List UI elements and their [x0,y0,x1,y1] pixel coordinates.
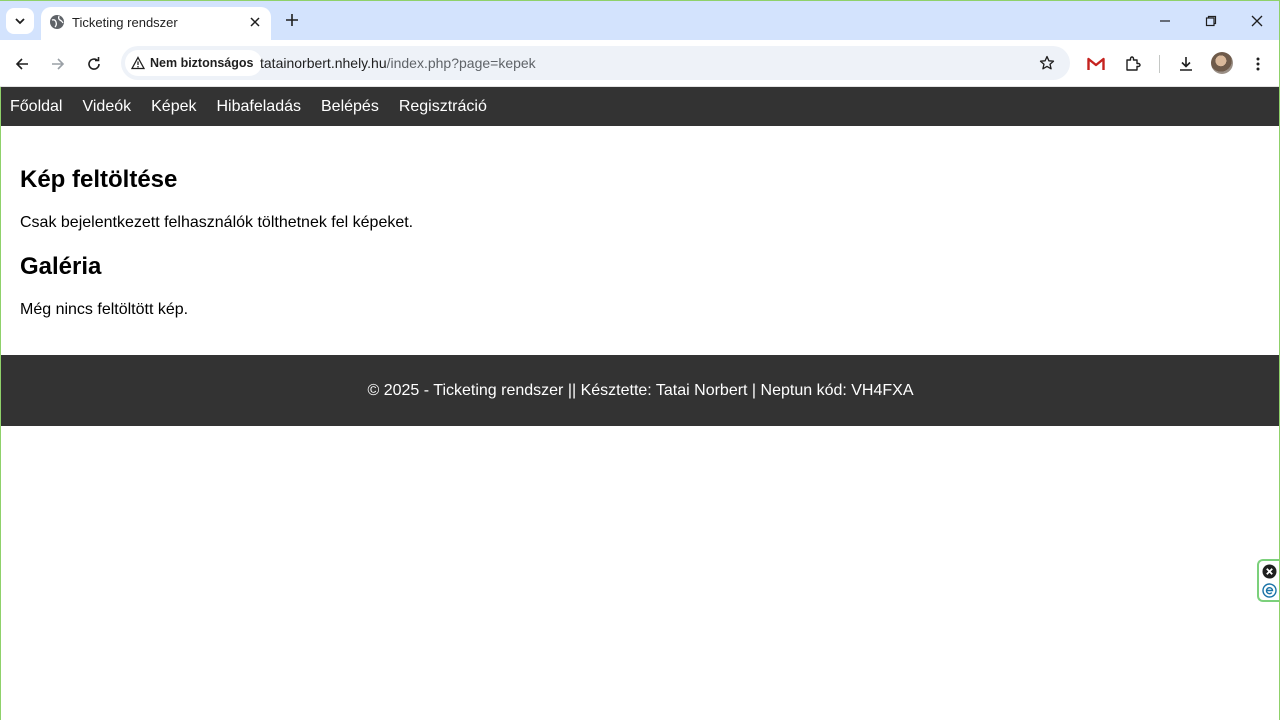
close-circle-icon [1262,564,1276,578]
globe-icon [50,15,64,29]
url-text[interactable]: tatainorbert.nhely.hu/index.php?page=kep… [260,55,536,71]
nav-item-belepes[interactable]: Belépés [321,98,379,116]
footer-text: © 2025 - Ticketing rendszer || Késztette… [367,381,914,399]
browser-toolbar: Nem biztonságos tatainorbert.nhely.hu/in… [0,40,1280,87]
gmail-extension-button[interactable] [1084,52,1108,76]
restore-button[interactable] [1199,9,1223,33]
warning-icon [131,56,145,70]
menu-icon [1256,57,1260,71]
upload-heading: Kép feltöltése [20,166,178,193]
forward-icon [52,58,65,70]
reload-button[interactable] [82,52,106,76]
extensions-button[interactable] [1121,52,1145,76]
minimize-icon [1160,20,1170,22]
url-path: /index.php?page=kepek [386,55,536,71]
minimize-button[interactable] [1153,9,1177,33]
close-icon [250,17,260,27]
gallery-empty-message: Még nincs feltöltött kép. [20,301,189,318]
site-navbar: Főoldal Videók Képek Hibafeladás Belépés… [1,87,1280,126]
downloads-button[interactable] [1174,52,1198,76]
star-icon [1039,55,1055,70]
nav-item-hibafeladas[interactable]: Hibafeladás [217,98,302,116]
forward-button[interactable] [46,52,70,76]
upload-notice: Csak bejelentkezett felhasználók tölthet… [20,214,414,231]
edge-e-icon [1261,582,1277,598]
widget-close-button[interactable] [1261,563,1277,579]
tab-close-button[interactable] [246,13,264,31]
plus-icon [286,14,298,26]
nav-item-videok[interactable]: Videók [82,98,131,116]
nav-item-regisztracio[interactable]: Regisztráció [399,98,487,116]
side-extension-widget [1257,559,1279,602]
address-bar[interactable]: Nem biztonságos tatainorbert.nhely.hu/in… [121,46,1070,80]
tab-strip: Ticketing rendszer [0,0,1280,41]
close-window-button[interactable] [1245,9,1269,33]
nav-item-kepek[interactable]: Képek [151,98,196,116]
site-footer: © 2025 - Ticketing rendszer || Késztette… [1,355,1280,426]
restore-icon [1205,15,1217,27]
back-button[interactable] [10,52,34,76]
reload-icon [88,57,100,70]
browser-menu-button[interactable] [1246,52,1270,76]
gmail-icon [1087,57,1105,70]
url-host: tatainorbert.nhely.hu [260,55,387,71]
back-icon [15,58,28,70]
extensions-icon [1126,56,1141,71]
tab-title: Ticketing rendszer [72,15,178,30]
widget-extension-button[interactable] [1261,582,1277,598]
download-icon [1180,57,1192,71]
gallery-heading: Galéria [20,253,102,280]
toolbar-separator [1159,55,1160,73]
profile-avatar[interactable] [1211,52,1233,74]
tab-search-button[interactable] [6,8,34,34]
bookmark-button[interactable] [1036,52,1058,74]
nav-item-fooldal[interactable]: Főoldal [10,98,62,116]
active-tab[interactable]: Ticketing rendszer [41,7,271,41]
security-indicator[interactable]: Nem biztonságos [125,50,262,76]
close-icon [1251,15,1263,27]
security-label: Nem biztonságos [150,56,254,70]
tab-search-icon [15,18,25,25]
new-tab-button[interactable] [282,10,302,30]
